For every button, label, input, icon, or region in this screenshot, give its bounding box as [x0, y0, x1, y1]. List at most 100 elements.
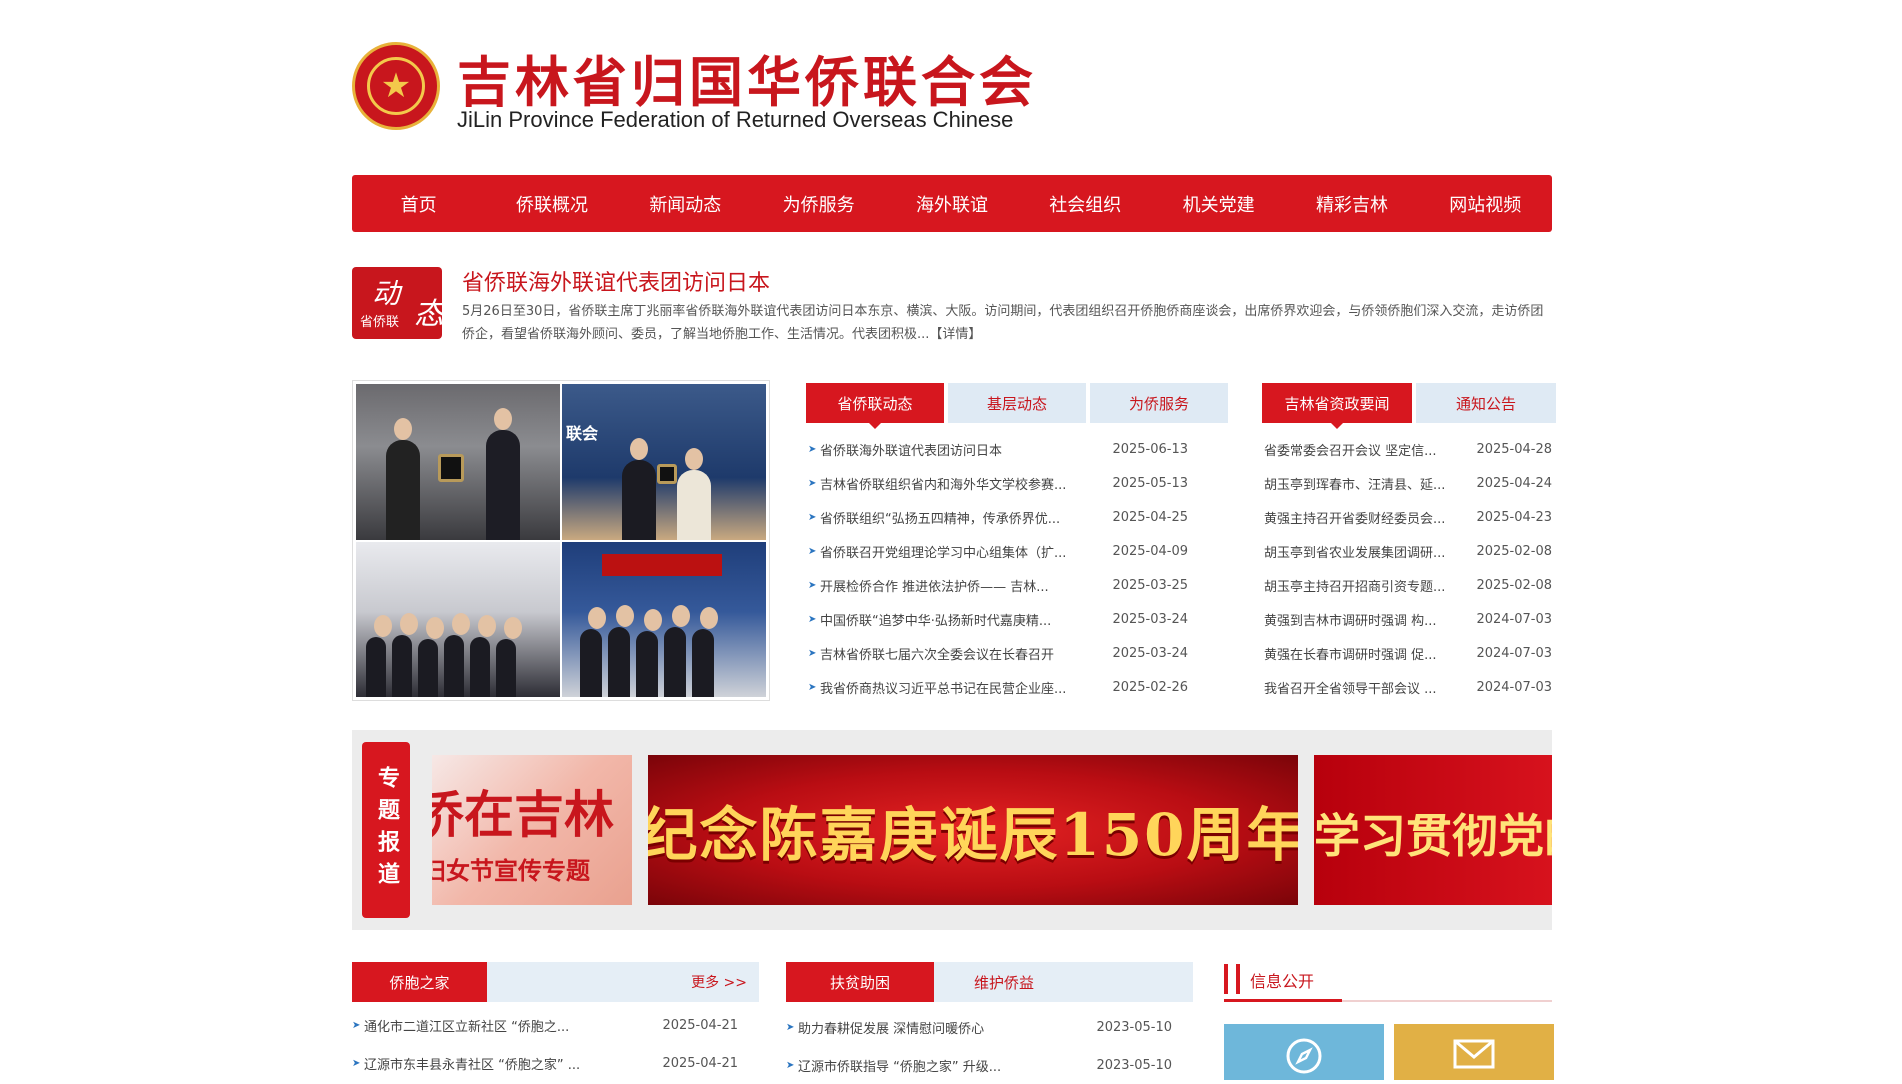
list-item[interactable]: ➤ 辽源市东丰县永青社区 “侨胞之家” ... 2025-04-21: [352, 1044, 738, 1082]
list-item[interactable]: 胡玉亭到珲春市、汪清县、延... 2025-04-24: [1264, 466, 1552, 500]
special-tag: 专题报道: [362, 742, 410, 918]
person-figure: [386, 417, 420, 540]
item-date: 2025-03-24: [1112, 611, 1188, 627]
headline-summary: 5月26日至30日，省侨联主席丁兆丽率省侨联海外联谊代表团访问日本东京、横滨、大…: [462, 300, 1552, 346]
news-tabs: 省侨联动态 基层动态 为侨服务: [806, 383, 1228, 429]
photo-2[interactable]: 联会: [562, 384, 766, 540]
person-figure: [486, 407, 520, 540]
list-item[interactable]: ➤ 省侨联组织“弘扬五四精神，传承侨界优... 2025-04-25: [808, 500, 1188, 534]
nav-party[interactable]: 机关党建: [1152, 175, 1285, 232]
item-title: 开展检侨合作 推进依法护侨—— 吉林...: [820, 579, 1049, 595]
tab-federation-news[interactable]: 省侨联动态: [806, 383, 944, 429]
bullet-icon: ➤: [808, 681, 817, 693]
tab-service[interactable]: 为侨服务: [1090, 383, 1228, 423]
photo-collage: 联会: [352, 380, 770, 701]
person-figure: [444, 613, 470, 697]
list-item[interactable]: 黄强在长春市调研时强调 促... 2024-07-03: [1264, 636, 1552, 670]
list-item[interactable]: ➤ 省侨联海外联谊代表团访问日本 2025-06-13: [808, 432, 1188, 466]
list-item[interactable]: ➤ 中国侨联“追梦中华·弘扬新时代嘉庚精... 2025-03-24: [808, 602, 1188, 636]
nav-overview[interactable]: 侨联概况: [485, 175, 618, 232]
item-title: 省侨联召开党组理论学习中心组集体（扩...: [820, 545, 1067, 561]
envelope-icon: [1453, 1039, 1495, 1069]
banner-chen-jiageng[interactable]: 纪念陈嘉庚诞辰150周年: [648, 755, 1298, 905]
headline-summary-text: 5月26日至30日，省侨联主席丁兆丽率省侨联海外联谊代表团访问日本东京、横滨、大…: [462, 304, 1544, 342]
badge-char-2: 态: [414, 297, 444, 332]
title-underline: [1224, 999, 1342, 1002]
bullet-icon: ➤: [808, 613, 817, 625]
banner-overseas-jilin[interactable]: 侨在吉林 妇女节宣传专题: [432, 755, 632, 905]
nav-news[interactable]: 新闻动态: [619, 175, 752, 232]
banner2-text: 纪念陈嘉庚诞辰150周年: [648, 801, 1298, 869]
more-link[interactable]: 更多 >>: [691, 962, 747, 1002]
list-item[interactable]: ➤ 省侨联召开党组理论学习中心组集体（扩... 2025-04-09: [808, 534, 1188, 568]
person-figure: [496, 617, 522, 697]
gov-list: 省委常委会召开会议 坚定信... 2025-04-28 胡玉亭到珲春市、汪清县、延…: [1264, 432, 1552, 704]
nav-service[interactable]: 为侨服务: [752, 175, 885, 232]
person-figure: [392, 613, 418, 697]
item-title: 辽源市东丰县永青社区 “侨胞之家” ...: [364, 1057, 581, 1073]
tab-protect-rights[interactable]: 维护侨益: [934, 962, 1074, 1002]
dynamics-badge: 动 态 省侨联: [352, 267, 444, 339]
banner-party-study[interactable]: 学习贯彻党的: [1314, 755, 1552, 905]
photo-4[interactable]: [562, 541, 766, 697]
person-figure: [470, 615, 496, 697]
item-date: 2024-07-03: [1476, 679, 1552, 695]
tab-overseas-home[interactable]: 侨胞之家: [352, 962, 487, 1002]
info-disclosure-title[interactable]: 信息公开: [1250, 968, 1314, 992]
list-item[interactable]: ➤ 我省侨商热议习近平总书记在民营企业座... 2025-02-26: [808, 670, 1188, 704]
item-date: 2025-03-24: [1112, 645, 1188, 661]
item-date: 2025-04-21: [662, 1017, 738, 1033]
list-item[interactable]: 黄强到吉林市调研时强调 构... 2024-07-03: [1264, 602, 1552, 636]
list-item[interactable]: ➤ 开展检侨合作 推进依法护侨—— 吉林... 2025-03-25: [808, 568, 1188, 602]
list-item[interactable]: ➤ 吉林省侨联七届六次全委会议在长春召开 2025-03-24: [808, 636, 1188, 670]
item-title: 辽源市侨联指导 “侨胞之家” 升级...: [798, 1059, 1002, 1075]
photo-1[interactable]: [356, 384, 560, 540]
main-nav: 首页 侨联概况 新闻动态 为侨服务 海外联谊 社会组织 机关党建 精彩吉林 网站…: [352, 175, 1552, 232]
headline-news: 动 态 省侨联 省侨联海外联谊代表团访问日本 5月26日至30日，省侨联主席丁兆…: [352, 265, 1552, 355]
list-item[interactable]: ➤ 辽源市侨联指导 “侨胞之家” 升级... 2023-05-10: [786, 1046, 1172, 1084]
list-item[interactable]: 省委常委会召开会议 坚定信... 2025-04-28: [1264, 432, 1552, 466]
badge-char-1: 动: [372, 277, 401, 310]
tab-gov-news[interactable]: 吉林省资政要闻: [1262, 383, 1412, 429]
tab-grassroots-news[interactable]: 基层动态: [948, 383, 1086, 423]
tab-notices[interactable]: 通知公告: [1416, 383, 1556, 423]
nav-overseas[interactable]: 海外联谊: [885, 175, 1018, 232]
list-item[interactable]: 胡玉亭到省农业发展集团调研... 2025-02-08: [1264, 534, 1552, 568]
site-title-cn[interactable]: 吉林省归国华侨联合会: [457, 38, 1037, 117]
info-tile-mail[interactable]: [1394, 1024, 1554, 1080]
item-date: 2025-02-26: [1112, 679, 1188, 695]
gov-tabs: 吉林省资政要闻 通知公告: [1262, 383, 1556, 429]
banner3-text: 学习贯彻党的: [1314, 809, 1552, 863]
bullet-icon: ➤: [808, 579, 817, 591]
aid-tabbar: 扶贫助困 维护侨益: [786, 962, 1193, 1002]
banner1-line1: 侨在吉林: [432, 785, 614, 844]
item-title: 吉林省侨联七届六次全委会议在长春召开: [820, 647, 1055, 663]
list-item[interactable]: ➤ 吉林省侨联组织省内和海外华文学校参赛... 2025-05-13: [808, 466, 1188, 500]
person-figure: [608, 605, 634, 697]
list-item[interactable]: 我省召开全省领导干部会议 ... 2024-07-03: [1264, 670, 1552, 704]
banner1-line2: 妇女节宣传专题: [432, 856, 590, 885]
federation-seal-logo[interactable]: ★: [352, 42, 440, 130]
list-item[interactable]: ➤ 助力春耕促发展 深情慰问暖侨心 2023-05-10: [786, 1008, 1172, 1046]
tab-poverty-aid[interactable]: 扶贫助困: [786, 962, 934, 1002]
bullet-icon: ➤: [352, 1057, 361, 1069]
photo-banner: [602, 553, 722, 576]
item-title: 中国侨联“追梦中华·弘扬新时代嘉庚精...: [820, 613, 1052, 629]
item-title: 胡玉亭到珲春市、汪清县、延...: [1264, 477, 1446, 493]
nav-social-org[interactable]: 社会组织: [1019, 175, 1152, 232]
bullet-icon: ➤: [808, 477, 817, 489]
nav-video[interactable]: 网站视频: [1419, 175, 1552, 232]
nav-home[interactable]: 首页: [352, 175, 485, 232]
item-title: 胡玉亭到省农业发展集团调研...: [1264, 545, 1446, 561]
info-tile-guide[interactable]: [1224, 1024, 1384, 1080]
headline-title[interactable]: 省侨联海外联谊代表团访问日本: [462, 265, 770, 297]
list-item[interactable]: 黄强主持召开省委财经委员会... 2025-04-23: [1264, 500, 1552, 534]
list-item[interactable]: 胡玉亭主持召开招商引资专题... 2025-02-08: [1264, 568, 1552, 602]
headline-more-link[interactable]: 【详情】: [929, 327, 981, 342]
item-title: 我省召开全省领导干部会议 ...: [1264, 681, 1437, 697]
nav-jilin[interactable]: 精彩吉林: [1285, 175, 1418, 232]
list-item[interactable]: ➤ 通化市二道江区立新社区 “侨胞之... 2025-04-21: [352, 1006, 738, 1044]
bullet-icon: ➤: [808, 545, 817, 557]
item-title: 通化市二道江区立新社区 “侨胞之...: [364, 1019, 570, 1035]
photo-3[interactable]: [356, 541, 560, 697]
